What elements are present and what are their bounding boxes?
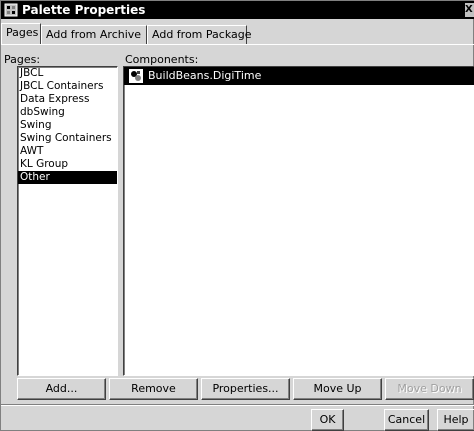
tab-strip: Pages Add from Archive Add from Package xyxy=(1,23,474,45)
palette-icon xyxy=(4,3,18,17)
list-item-jbcl-containers[interactable]: JBCL Containers xyxy=(18,80,117,93)
list-item-swing-containers[interactable]: Swing Containers xyxy=(18,132,117,145)
list-item-swing[interactable]: Swing xyxy=(18,119,117,132)
pages-label: Pages: xyxy=(4,53,41,66)
cancel-button[interactable]: Cancel xyxy=(384,409,429,431)
list-item-other[interactable]: Other xyxy=(18,171,117,184)
help-button[interactable]: Help xyxy=(437,409,474,431)
title-bar[interactable]: Palette Properties X xyxy=(1,1,474,19)
components-label: Components: xyxy=(125,53,199,66)
tab-pages[interactable]: Pages xyxy=(1,23,41,45)
list-item-awt[interactable]: AWT xyxy=(18,145,117,158)
list-item-jbcl[interactable]: JBCL xyxy=(18,67,117,80)
list-item-dbswing[interactable]: dbSwing xyxy=(18,106,117,119)
component-item[interactable]: BuildBeans.DigiTime xyxy=(124,67,474,85)
remove-button[interactable]: Remove xyxy=(109,378,198,400)
add-button[interactable]: Add... xyxy=(17,378,106,400)
pages-list[interactable]: JBCL JBCL Containers Data Express dbSwin… xyxy=(17,66,118,376)
properties-button[interactable]: Properties... xyxy=(201,378,290,400)
components-list[interactable]: BuildBeans.DigiTime xyxy=(123,66,474,376)
close-icon[interactable]: X xyxy=(465,3,474,17)
component-name: BuildBeans.DigiTime xyxy=(148,69,262,82)
palette-properties-dialog: Palette Properties X Pages Add from Arch… xyxy=(0,0,474,431)
window-title: Palette Properties xyxy=(22,3,146,17)
tab-add-from-package[interactable]: Add from Package xyxy=(147,25,251,44)
list-item-kl-group[interactable]: KL Group xyxy=(18,158,117,171)
bean-icon xyxy=(129,69,143,83)
tab-add-from-archive[interactable]: Add from Archive xyxy=(41,25,147,44)
list-item-data-express[interactable]: Data Express xyxy=(18,93,117,106)
move-up-button[interactable]: Move Up xyxy=(293,378,382,400)
separator-highlight xyxy=(1,405,474,406)
ok-button[interactable]: OK xyxy=(311,409,344,431)
tab-divider xyxy=(1,44,474,45)
move-down-button[interactable]: Move Down xyxy=(385,378,474,400)
